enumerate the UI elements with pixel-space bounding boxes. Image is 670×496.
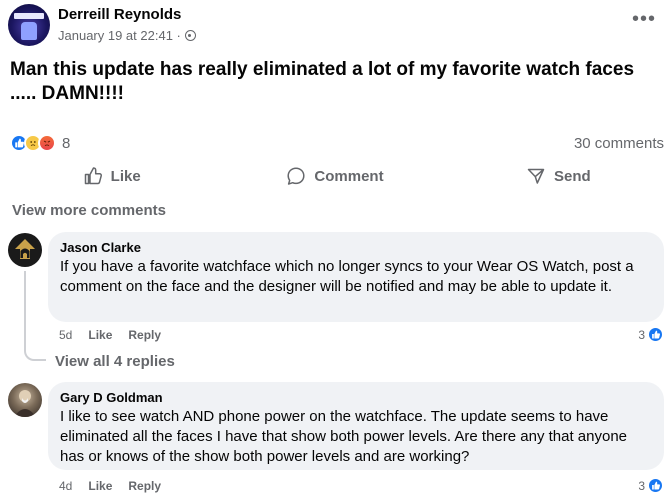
like-button[interactable]: Like — [0, 160, 223, 192]
post-author-avatar[interactable] — [8, 4, 50, 46]
post-text: Man this update has really eliminated a … — [10, 59, 635, 104]
comment-reaction-number: 3 — [638, 478, 645, 493]
comment-reaction-count[interactable]: 3 — [638, 477, 664, 494]
reaction-count: 8 — [62, 134, 71, 152]
commenter-avatar[interactable] — [8, 233, 42, 267]
comment-time[interactable]: 5d — [59, 328, 72, 342]
like-reaction-icon — [647, 326, 664, 343]
comments-count[interactable]: 30 comments — [574, 135, 664, 152]
person-photo-icon — [14, 390, 36, 417]
reply-thread-line — [24, 271, 46, 361]
comment-like-button[interactable]: Like — [88, 479, 112, 493]
angry-reaction-icon — [38, 134, 56, 152]
comment-text: I like to see watch AND phone power on t… — [60, 408, 628, 465]
commenter-name[interactable]: Jason Clarke — [60, 240, 652, 256]
post-meta: January 19 at 22:41 · — [58, 28, 196, 43]
avatar-figure-shape — [21, 22, 37, 40]
avatar-banner-shape — [14, 13, 44, 19]
comment-bubble: Gary D Goldman I like to see watch AND p… — [48, 382, 664, 470]
commenter-avatar[interactable] — [8, 383, 42, 417]
comment-like-button[interactable]: Like — [88, 328, 112, 342]
comment-bubble: Jason Clarke If you have a favorite watc… — [48, 232, 664, 322]
comment-text: If you have a favorite watchface which n… — [60, 258, 634, 295]
like-button-label: Like — [110, 167, 141, 185]
post-timestamp[interactable]: January 19 at 22:41 · — [58, 28, 181, 43]
post-author-name[interactable]: Derreill Reynolds — [58, 6, 181, 23]
globe-icon — [184, 30, 196, 41]
commenter-name[interactable]: Gary D Goldman — [60, 390, 652, 406]
thumbs-up-icon — [84, 167, 102, 185]
send-button[interactable]: Send — [447, 160, 670, 192]
comment-button[interactable]: Comment — [223, 160, 446, 192]
comment-reaction-count[interactable]: 3 — [638, 326, 664, 343]
comment-reaction-number: 3 — [638, 327, 645, 342]
like-reaction-icon — [647, 477, 664, 494]
comment-button-label: Comment — [314, 167, 384, 185]
more-options-icon[interactable]: ••• — [632, 8, 656, 31]
comment-time[interactable]: 4d — [59, 479, 72, 493]
view-more-comments-link[interactable]: View more comments — [12, 202, 166, 219]
comment-reply-button[interactable]: Reply — [128, 328, 161, 342]
comment-actions: 4d Like Reply — [59, 479, 161, 493]
comment-bubble-icon — [287, 167, 305, 185]
send-arrow-icon — [527, 168, 545, 184]
reaction-summary[interactable]: 8 — [10, 134, 70, 152]
gold-crest-icon — [15, 239, 35, 259]
comment-actions: 5d Like Reply — [59, 328, 161, 342]
view-replies-link[interactable]: View all 4 replies — [55, 353, 175, 370]
send-button-label: Send — [553, 167, 591, 185]
comment-reply-button[interactable]: Reply — [128, 479, 161, 493]
post-action-bar: Like Comment Send — [0, 160, 670, 192]
